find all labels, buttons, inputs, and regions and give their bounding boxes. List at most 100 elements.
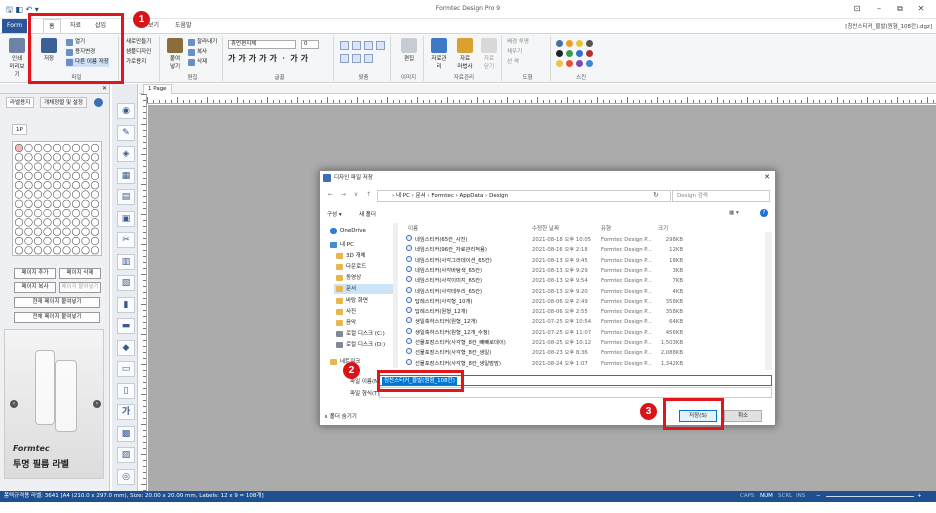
zoom-slider[interactable] [826, 496, 914, 497]
zoom-in-button[interactable]: + [917, 491, 922, 502]
style-swatch[interactable] [586, 50, 593, 57]
organize-menu[interactable]: 구성 ▾ [327, 210, 342, 218]
next-arrow-icon[interactable]: › [93, 400, 101, 408]
nav-item[interactable]: 문서 [334, 284, 396, 294]
label-cell[interactable] [81, 190, 90, 199]
label-cell[interactable] [14, 143, 24, 153]
font-color-button[interactable]: 가 [290, 54, 300, 63]
tool-image-icon[interactable]: ▮ [117, 296, 135, 313]
label-cell[interactable] [33, 218, 43, 227]
sample-design-button[interactable]: 샘플디자인 [126, 48, 151, 57]
italic-button[interactable]: 가 [238, 54, 248, 63]
label-cell[interactable] [71, 190, 81, 199]
tool-frame-icon[interactable]: ▯ [117, 382, 135, 399]
maximize-button[interactable]: ⧉ [893, 3, 907, 15]
label-cell[interactable] [14, 236, 24, 246]
label-cell[interactable] [52, 162, 62, 171]
label-cell[interactable] [52, 153, 62, 162]
nav-scrollbar[interactable] [393, 223, 398, 368]
label-cell[interactable] [52, 218, 62, 227]
help-icon[interactable]: ? [760, 209, 768, 217]
paste-page-button[interactable]: 페이지 붙여넣기 [59, 282, 101, 293]
paste-current-page-button[interactable]: 현재 페이지 붙여넣기 [14, 297, 100, 308]
nav-item[interactable]: 사진 [334, 307, 356, 317]
search-input[interactable]: Design 검색 [672, 190, 770, 202]
column-date[interactable]: 수정한 날짜 [532, 224, 559, 232]
line-color-button[interactable]: 선 색 [507, 58, 519, 67]
tool-fill-icon[interactable]: ▨ [117, 447, 135, 463]
shadow-button[interactable]: 가 [270, 54, 280, 63]
align-top-icon[interactable] [340, 54, 349, 63]
data-close-button[interactable]: 자료 닫기 [479, 38, 499, 70]
label-cell[interactable] [90, 208, 100, 218]
label-sheet-preview[interactable] [12, 141, 102, 256]
tool-rect-icon[interactable]: ▭ [117, 361, 135, 377]
label-cell[interactable] [62, 246, 71, 255]
label-cell[interactable] [24, 236, 33, 246]
align-bottom-icon[interactable] [364, 54, 373, 63]
label-cell[interactable] [33, 208, 43, 218]
view-menu[interactable]: ▦ ▾ [729, 210, 739, 216]
label-cell[interactable] [90, 143, 100, 153]
label-cell[interactable] [81, 246, 90, 255]
image-edit-button[interactable]: 편집 [399, 38, 419, 62]
label-cell[interactable] [81, 236, 90, 246]
file-row[interactable]: 선물포장스티커(사각형_8칸_생일맘맘) 2021-08-24 오후 1:07 Fo… [406, 358, 764, 369]
label-cell[interactable] [71, 162, 81, 171]
file-row[interactable]: 네임스티커(사각바탕색_65칸) 2021-08-13 오후 9:29 Formte… [406, 265, 764, 276]
label-cell[interactable] [52, 208, 62, 218]
minimize-button[interactable]: – [872, 3, 886, 15]
page-tab-1p[interactable]: 1P [12, 124, 27, 135]
label-cell[interactable] [90, 171, 100, 181]
panel-settings-icon[interactable] [94, 98, 103, 107]
label-cell[interactable] [81, 208, 90, 218]
label-cell[interactable] [24, 199, 33, 208]
label-cell[interactable] [62, 227, 71, 236]
align-center-icon[interactable] [352, 41, 361, 50]
tool-diamond-icon[interactable]: ◆ [117, 339, 135, 356]
transparent-bg-toggle[interactable]: 배경 투명 [507, 38, 529, 47]
label-cell[interactable] [81, 218, 90, 227]
landscape-button[interactable]: 가로용지 [126, 58, 146, 67]
nav-item[interactable]: 내 PC [328, 240, 354, 250]
nav-item[interactable]: 3D 개체 [334, 251, 366, 261]
ribbon-display-icon[interactable]: ⊡ [850, 3, 864, 15]
label-cell[interactable] [90, 246, 100, 255]
label-cell[interactable] [43, 236, 52, 246]
tool-grid-icon[interactable]: ▦ [117, 167, 135, 184]
tool-select-icon[interactable]: ◉ [117, 103, 135, 119]
highlight-button[interactable]: 가 [301, 54, 311, 63]
style-swatch[interactable] [556, 60, 563, 67]
label-cell[interactable] [90, 227, 100, 236]
align-justify-icon[interactable] [376, 41, 385, 50]
label-cell[interactable] [33, 199, 43, 208]
tool-shape-icon[interactable]: ◈ [117, 146, 135, 162]
file-row[interactable]: 생일축하스티커(원형_12개) 2021-07-25 오후 10:54 Formte… [406, 317, 764, 327]
nav-item[interactable]: OneDrive [328, 226, 366, 236]
label-cell[interactable] [62, 199, 71, 208]
ad-banner[interactable]: ‹ › Formtec 투명 필름 라벨 [4, 329, 104, 479]
label-cell[interactable] [14, 153, 24, 162]
label-cell[interactable] [24, 190, 33, 199]
zoom-out-button[interactable]: − [816, 491, 821, 502]
label-cell[interactable] [81, 199, 90, 208]
label-cell[interactable] [52, 246, 62, 255]
label-cell[interactable] [24, 171, 33, 181]
label-cell[interactable] [14, 246, 24, 255]
label-cell[interactable] [52, 190, 62, 199]
label-cell[interactable] [33, 171, 43, 181]
label-cell[interactable] [24, 143, 33, 153]
label-cell[interactable] [33, 236, 43, 246]
label-cell[interactable] [62, 190, 71, 199]
nav-item[interactable]: 다운로드 [334, 262, 366, 272]
label-cell[interactable] [62, 218, 71, 227]
label-cell[interactable] [43, 181, 52, 190]
style-swatch[interactable] [576, 50, 583, 57]
align-left-icon[interactable] [340, 41, 349, 50]
label-cell[interactable] [52, 171, 62, 181]
file-row[interactable]: 네임스티커(96칸_자료관리적용) 2021-08-16 오후 2:18 Formt… [406, 245, 764, 255]
label-cell[interactable] [52, 236, 62, 246]
style-swatch[interactable] [586, 60, 593, 67]
tool-line-icon[interactable]: ▬ [117, 318, 135, 334]
font-size-combo[interactable]: 0 [301, 40, 319, 49]
